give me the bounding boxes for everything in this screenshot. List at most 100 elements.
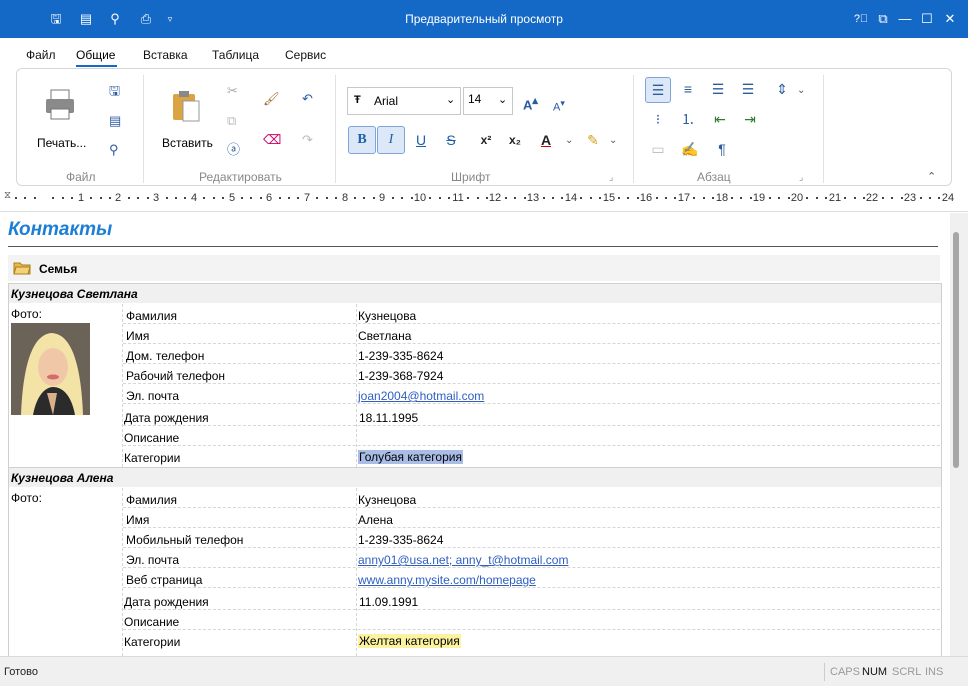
chevron-down-icon[interactable]: ⌄ <box>609 133 617 149</box>
chevron-down-icon[interactable]: ⌄ <box>565 133 573 149</box>
redo-icon[interactable]: ↷ <box>302 132 313 148</box>
ruler-tick <box>137 197 139 199</box>
numbering-icon[interactable]: ⒈ <box>675 107 701 133</box>
paste-large-icon[interactable] <box>171 89 203 123</box>
bullets-icon[interactable]: ⁝ <box>645 107 671 133</box>
ruler-tick <box>599 197 601 199</box>
field-label: Имя <box>126 329 150 343</box>
ruler-tick <box>222 197 224 199</box>
scrollbar-thumb[interactable] <box>953 232 959 468</box>
maximize-button[interactable]: ☐ <box>918 10 936 28</box>
bold-button[interactable]: B <box>348 126 376 154</box>
font-dialog-launcher-icon[interactable]: ⌟ <box>609 169 613 185</box>
font-size-combo[interactable]: 14 ⌄ <box>463 87 513 115</box>
copy-icon[interactable]: ⧉ <box>227 113 236 129</box>
paragraph-marks-icon[interactable]: ¶ <box>709 137 735 163</box>
contact-name: Кузнецова Светлана <box>11 287 138 301</box>
field-label: Дом. телефон <box>126 349 205 363</box>
subscript-icon[interactable]: x₂ <box>501 126 529 154</box>
grow-font-icon[interactable]: A▴ <box>523 93 538 113</box>
field-label: Мобильный телефон <box>126 533 244 547</box>
restore-ribbon-icon[interactable]: ⧉ <box>874 10 892 28</box>
strikethrough-button[interactable]: S <box>437 126 465 154</box>
line-spacing-icon[interactable]: ⇕ <box>769 77 795 103</box>
chevron-down-icon[interactable]: ⌄ <box>498 93 507 106</box>
clear-format-icon[interactable]: ⌫ <box>263 132 281 148</box>
tab-service[interactable]: Сервис <box>285 48 326 62</box>
help-icon[interactable]: ?⃞ <box>852 10 870 28</box>
ruler-tick <box>844 197 846 199</box>
tab-insert[interactable]: Вставка <box>143 48 188 62</box>
tab-general[interactable]: Общие <box>76 48 115 62</box>
minimize-button[interactable]: — <box>896 10 914 28</box>
field-value: Светлана <box>358 329 412 343</box>
field-row: Дата рождения 18.11.1995 <box>123 406 940 426</box>
email-link[interactable]: anny01@usa.net; anny_t@hotmail.com <box>358 553 568 567</box>
email-link[interactable]: joan2004@hotmail.com <box>358 389 484 403</box>
shrink-font-icon[interactable]: A▾ <box>553 95 565 116</box>
field-value: 11.09.1991 <box>359 595 419 609</box>
align-center-icon[interactable]: ≡ <box>675 77 701 103</box>
collapse-ribbon-icon[interactable]: ⌃ <box>927 169 936 185</box>
ruler-tick <box>24 197 26 199</box>
ruler-tick <box>288 197 290 199</box>
ruler-tick <box>128 197 130 199</box>
ruler-tick <box>938 197 940 199</box>
print-button-label[interactable]: Печать... <box>37 136 86 150</box>
select-all-icon[interactable]: ⓐ <box>227 142 240 158</box>
active-tab-indicator <box>76 65 117 67</box>
decrease-indent-icon[interactable]: ⇤ <box>707 107 733 133</box>
borders-icon[interactable]: ▭ <box>645 137 671 163</box>
page-color-icon[interactable]: ✍ <box>677 137 703 163</box>
tab-file[interactable]: Файл <box>26 48 56 62</box>
ruler-tick <box>618 197 620 199</box>
indent-marker-icon[interactable]: ⧖ <box>4 190 11 201</box>
highlight-icon[interactable]: ✎ <box>579 126 607 154</box>
ruler-tick <box>100 197 102 199</box>
increase-indent-icon[interactable]: ⇥ <box>737 107 763 133</box>
italic-button[interactable]: I <box>377 126 405 154</box>
paragraph-dialog-launcher-icon[interactable]: ⌟ <box>799 169 803 185</box>
print-large-icon[interactable] <box>43 87 79 123</box>
ruler-number: 17 <box>677 192 691 204</box>
paste-button-label[interactable]: Вставить <box>162 136 213 150</box>
tab-table[interactable]: Таблица <box>212 48 259 62</box>
ruler-tick <box>552 197 554 199</box>
field-label: Эл. почта <box>126 389 180 403</box>
ruler-tick <box>674 197 676 199</box>
ruler-tick <box>429 197 431 199</box>
format-painter-icon[interactable]: 🖌 <box>263 91 280 107</box>
ruler[interactable]: ⧖ 1 2 3 4 5 6 7 8 9 10 11 12 13 14 15 16 17 18 19 20 21 22 23 2… <box>0 188 968 212</box>
undo-icon[interactable]: ↶ <box>302 91 313 107</box>
ruler-tick <box>806 197 808 199</box>
cut-icon[interactable]: ✂ <box>227 83 238 99</box>
field-row: Имя Алена <box>123 508 940 528</box>
align-justify-icon[interactable]: ☰ <box>735 77 761 103</box>
underline-button[interactable]: U <box>407 126 435 154</box>
superscript-icon[interactable]: x² <box>472 126 500 154</box>
ruler-tick <box>213 197 215 199</box>
chevron-down-icon[interactable]: ⌄ <box>797 83 805 99</box>
font-name-combo[interactable]: Ŧ Arial ⌄ <box>347 87 461 115</box>
ruler-tick <box>354 197 356 199</box>
field-label: Категории <box>124 451 181 465</box>
font-color-icon[interactable]: A <box>532 126 560 154</box>
font-size-value: 14 <box>468 92 482 106</box>
web-link[interactable]: www.anny.mysite.com/homepage <box>358 573 536 587</box>
page-setup-icon[interactable]: ▤ <box>109 113 121 129</box>
close-button[interactable]: ✕ <box>941 10 959 28</box>
edit-group-label: Редактировать <box>199 170 282 184</box>
ruler-tick <box>279 197 281 199</box>
align-right-icon[interactable]: ☰ <box>705 77 731 103</box>
ruler-tick <box>401 197 403 199</box>
field-row: Дата рождения 11.09.1991 <box>123 590 940 610</box>
zoom-icon[interactable]: ⚲ <box>109 142 119 158</box>
ruler-tick <box>448 197 450 199</box>
chevron-down-icon[interactable]: ⌄ <box>446 93 455 106</box>
ruler-number: 6 <box>265 192 273 204</box>
ruler-number: 21 <box>828 192 842 204</box>
field-row: Категории Голубая категория <box>123 446 940 466</box>
align-left-icon[interactable]: ☰ <box>645 77 671 103</box>
field-value: 1-239-368-7924 <box>358 369 444 383</box>
save-icon[interactable]: 🖫 <box>109 83 120 99</box>
